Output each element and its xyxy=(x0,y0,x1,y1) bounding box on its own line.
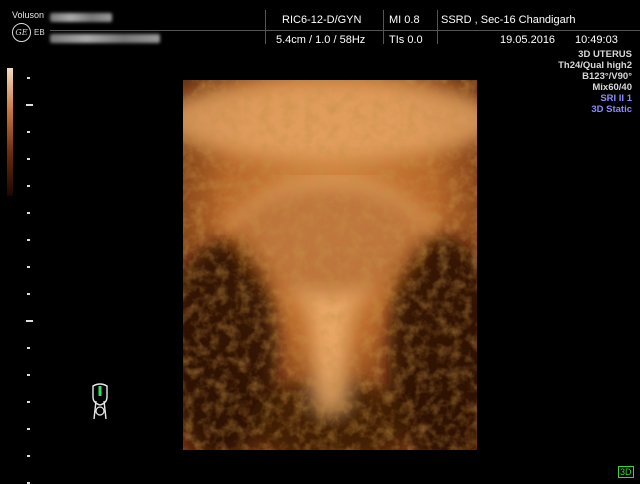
scale-tick xyxy=(27,158,30,160)
exam-date: 19.05.2016 xyxy=(500,34,556,46)
depth-frequency: 5.4cm / 1.0 / 58Hz xyxy=(276,34,366,46)
angle-label: B123°/V90° xyxy=(582,71,632,82)
mode-label: 3D Static xyxy=(591,104,632,115)
model-suffix: EB xyxy=(34,28,45,37)
separator xyxy=(383,10,384,44)
scale-tick xyxy=(27,428,30,430)
header-bar: Voluson GE EB RIC6-12-D/GYN MI 0.8 SSRD … xyxy=(0,0,640,48)
separator xyxy=(265,10,266,44)
scale-tick xyxy=(27,347,30,349)
exam-time: 10:49:03 xyxy=(575,34,618,46)
ultrasound-render xyxy=(183,80,477,450)
patient-id-redacted xyxy=(50,34,160,43)
scale-tick xyxy=(27,239,30,241)
probe-orientation-icon xyxy=(92,383,108,420)
scale-tick xyxy=(27,401,30,403)
scale-tick xyxy=(27,185,30,187)
3d-mode-badge: 3D xyxy=(618,466,634,478)
institution-name: SSRD , Sec-16 Chandigarh xyxy=(441,14,576,26)
mix-label: Mix60/40 xyxy=(592,82,632,93)
grayscale-bar-icon xyxy=(7,68,13,196)
scale-tick xyxy=(27,374,30,376)
uterus-3d-image xyxy=(183,80,477,450)
preset-label: 3D UTERUS xyxy=(578,49,632,60)
probe-label: RIC6-12-D/GYN xyxy=(282,14,362,26)
scale-tick xyxy=(27,266,30,268)
mi-value: MI 0.8 xyxy=(389,14,420,26)
scale-tick xyxy=(27,482,30,484)
tis-value: TIs 0.0 xyxy=(389,34,423,46)
separator xyxy=(437,10,438,44)
scale-tick xyxy=(27,131,30,133)
scale-tick xyxy=(27,455,30,457)
quality-label: Th24/Qual high2 xyxy=(558,60,632,71)
scale-tick xyxy=(26,320,33,322)
scale-tick xyxy=(27,293,30,295)
sri-label: SRI II 1 xyxy=(600,93,632,104)
ge-logo-icon: GE xyxy=(12,23,31,42)
header-divider xyxy=(50,30,640,31)
scale-tick xyxy=(27,212,30,214)
acquisition-params: 3D UTERUS Th24/Qual high2 B123°/V90° Mix… xyxy=(558,49,632,115)
brand-label: Voluson xyxy=(12,10,45,20)
patient-name-redacted xyxy=(50,13,112,22)
scale-tick xyxy=(26,104,33,106)
scale-tick xyxy=(27,77,30,79)
